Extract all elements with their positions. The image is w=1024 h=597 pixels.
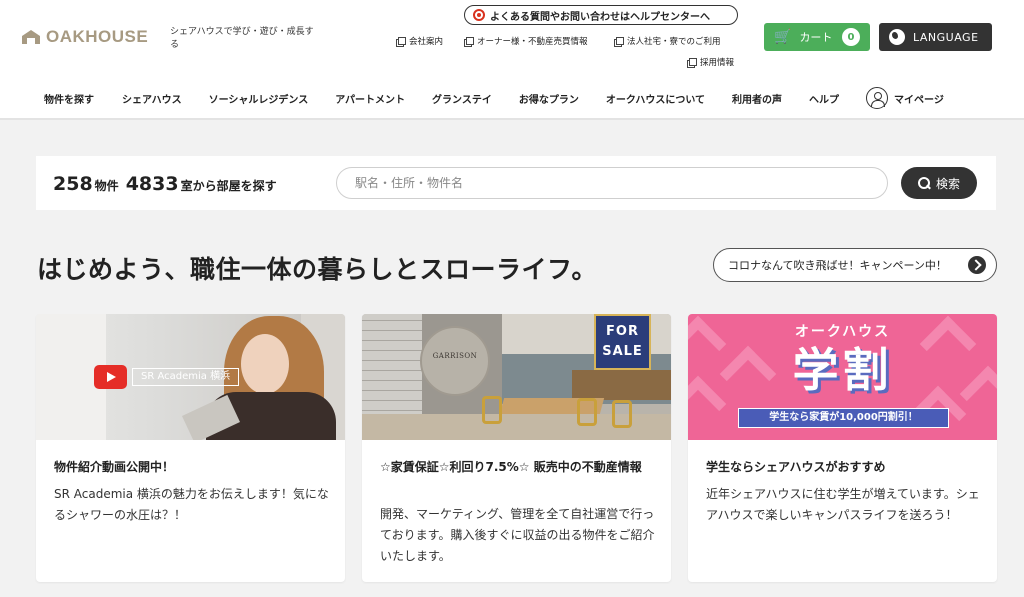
help-center-label: よくある質問やお問い合わせはヘルプセンターへ bbox=[490, 11, 710, 23]
util-link-company[interactable]: 会社案内 bbox=[396, 35, 443, 47]
room-unit: 室から部屋を探す bbox=[180, 179, 277, 193]
util-link-corporate[interactable]: 法人社宅・寮でのご利用 bbox=[614, 35, 721, 47]
card-description: SR Academia 横浜の魅力をお伝えします！気になるシャワーの水圧は？！ bbox=[54, 487, 329, 522]
nav-item-voices[interactable]: 利用者の声 bbox=[732, 91, 782, 106]
nav-item-plans[interactable]: お得なプラン bbox=[519, 91, 579, 106]
garrison-logo-text: GARRISON bbox=[432, 352, 478, 360]
external-window-icon bbox=[687, 57, 697, 68]
page-headline: はじめよう、職住一体の暮らしとスローライフ。 bbox=[37, 255, 598, 284]
util-link-owner[interactable]: オーナー様・不動産売買情報 bbox=[464, 35, 588, 47]
external-window-icon bbox=[464, 36, 474, 47]
site-header: OAKHOUSE シェアハウスで学び・遊び・成長する よくある質問やお問い合わせ… bbox=[0, 0, 1024, 120]
tagline: シェアハウスで学び・遊び・成長する bbox=[170, 27, 314, 50]
nav-item-search[interactable]: 物件を探す bbox=[44, 91, 94, 106]
nav-item-social-residence[interactable]: ソーシャルレジデンス bbox=[209, 91, 309, 106]
card-image: オークハウス 学割 学生なら家賃が10,000円割引！ bbox=[688, 314, 997, 440]
card-title: 学生ならシェアハウスがおすすめ bbox=[706, 460, 886, 474]
card-image: SR Academia 横浜 bbox=[36, 314, 345, 440]
card-real-estate[interactable]: GARRISON FOR SALE ☆家賃保証☆利回り7.5%☆ 販売中の不動産… bbox=[362, 314, 671, 582]
util-link-label: 会社案内 bbox=[409, 37, 444, 47]
logo-text: OAKHOUSE bbox=[46, 27, 149, 46]
promo-brand-text: オークハウス bbox=[794, 324, 891, 340]
card-student-discount[interactable]: オークハウス 学割 学生なら家賃が10,000円割引！ 学生ならシェアハウスがお… bbox=[688, 314, 997, 582]
util-link-label: 法人社宅・寮でのご利用 bbox=[627, 37, 721, 47]
property-count-summary: 258 物件 4833 室から部屋を探す bbox=[53, 173, 282, 195]
language-button[interactable]: LANGUAGE bbox=[879, 23, 992, 51]
card-title: ☆家賃保証☆利回り7.5%☆ 販売中の不動産情報 bbox=[380, 460, 642, 474]
external-window-icon bbox=[614, 36, 624, 47]
nav-item-about[interactable]: オークハウスについて bbox=[606, 91, 705, 106]
property-count: 258 bbox=[53, 173, 93, 195]
room-count: 4833 bbox=[125, 173, 179, 195]
external-window-icon bbox=[396, 36, 406, 47]
promo-discount-bar: 学生なら家賃が10,000円割引！ bbox=[738, 408, 949, 428]
help-center-link[interactable]: よくある質問やお問い合わせはヘルプセンターへ bbox=[464, 5, 738, 25]
nav-item-apartment[interactable]: アパートメント bbox=[335, 91, 405, 106]
nav-item-grandstay[interactable]: グランステイ bbox=[432, 91, 492, 106]
house-logo-icon bbox=[22, 30, 40, 44]
card-image: GARRISON FOR SALE bbox=[362, 314, 671, 440]
util-link-recruit[interactable]: 採用情報 bbox=[687, 56, 734, 68]
search-button-label: 検索 bbox=[935, 176, 960, 191]
mypage-label: マイページ bbox=[894, 94, 944, 106]
oakhouse-logo[interactable]: OAKHOUSE bbox=[22, 27, 148, 47]
cart-label: カート bbox=[799, 31, 833, 44]
card-description: 開発、マーケティング、管理を全て自社運営で行っております。購入後すぐに収益の出る… bbox=[380, 507, 655, 563]
arrow-right-icon bbox=[968, 256, 986, 274]
card-title: 物件紹介動画公開中！ bbox=[54, 460, 175, 474]
card-description: 近年シェアハウスに住む学生が増えています。シェアハウスで楽しいキャンパスライフを… bbox=[706, 487, 980, 522]
main-nav: 物件を探す シェアハウス ソーシャルレジデンス アパートメント グランステイ お… bbox=[30, 87, 1000, 109]
youtube-play-icon bbox=[94, 365, 127, 389]
util-link-label: オーナー様・不動産売買情報 bbox=[477, 37, 588, 47]
util-link-label: 採用情報 bbox=[700, 58, 735, 68]
search-icon bbox=[917, 177, 930, 189]
cart-count-badge: 0 bbox=[842, 28, 860, 46]
search-panel: 258 物件 4833 室から部屋を探す 検索 bbox=[36, 156, 996, 210]
promo-headline: 学割 bbox=[792, 343, 893, 397]
search-input[interactable] bbox=[336, 167, 888, 199]
language-label: LANGUAGE bbox=[913, 30, 979, 44]
campaign-label: コロナなんて吹き飛ばせ！キャンペーン中！ bbox=[728, 259, 947, 272]
nav-item-sharehouse[interactable]: シェアハウス bbox=[122, 91, 182, 106]
card-video[interactable]: SR Academia 横浜 物件紹介動画公開中！ SR Academia 横浜… bbox=[36, 314, 345, 582]
cart-button[interactable]: 🛒 カート 0 bbox=[764, 23, 870, 51]
cart-icon: 🛒 bbox=[774, 29, 792, 45]
mypage-link[interactable]: マイページ bbox=[866, 87, 944, 109]
for-sale-badge: FOR SALE bbox=[594, 314, 651, 370]
campaign-button[interactable]: コロナなんて吹き飛ばせ！キャンペーン中！ bbox=[713, 248, 997, 282]
nav-item-help[interactable]: ヘルプ bbox=[809, 91, 839, 106]
search-button[interactable]: 検索 bbox=[901, 167, 977, 199]
property-unit: 物件 bbox=[94, 179, 119, 193]
video-overlay-label: SR Academia 横浜 bbox=[132, 368, 240, 386]
lifebuoy-icon bbox=[473, 9, 485, 21]
globe-icon bbox=[889, 29, 905, 45]
user-icon bbox=[866, 87, 889, 109]
